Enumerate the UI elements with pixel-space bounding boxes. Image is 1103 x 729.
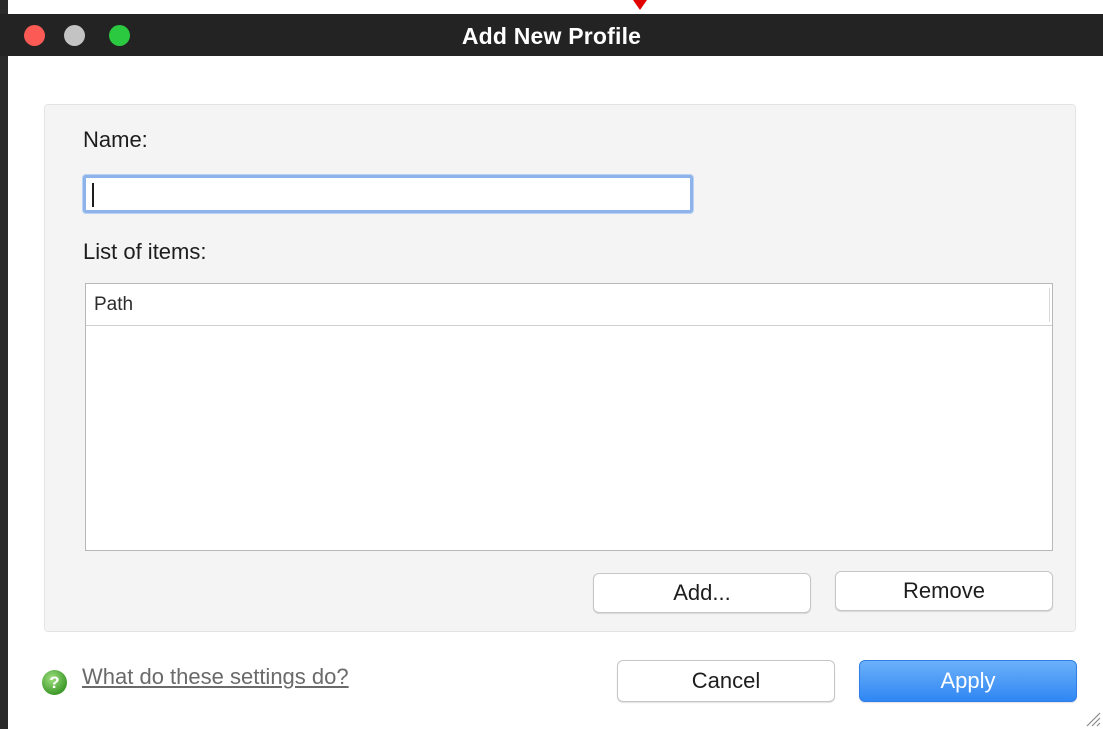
dialog-window: Add New Profile Name: List of items: Pat…	[0, 0, 1103, 729]
apply-button[interactable]: Apply	[859, 660, 1077, 702]
column-divider	[1049, 288, 1050, 322]
list-header: Path	[86, 284, 1052, 326]
name-input[interactable]	[83, 175, 693, 213]
help-link[interactable]: What do these settings do?	[82, 664, 349, 690]
text-caret	[92, 183, 94, 207]
items-list[interactable]: Path	[85, 283, 1053, 551]
title-bar[interactable]: Add New Profile	[0, 14, 1103, 56]
remove-item-button[interactable]: Remove	[835, 571, 1053, 611]
settings-panel: Name: List of items: Path Add... Remove	[44, 104, 1076, 632]
add-item-button[interactable]: Add...	[593, 573, 811, 613]
top-strip	[8, 0, 1103, 14]
column-header-path[interactable]: Path	[94, 294, 133, 316]
window-title: Add New Profile	[461, 23, 642, 49]
cancel-button[interactable]: Cancel	[617, 660, 835, 702]
list-label: List of items:	[83, 239, 207, 264]
help-icon[interactable]: ?	[42, 670, 67, 695]
resize-grip-icon[interactable]	[1081, 707, 1101, 727]
red-pointer-arrow-icon	[633, 0, 647, 10]
name-label: Name:	[83, 127, 148, 152]
